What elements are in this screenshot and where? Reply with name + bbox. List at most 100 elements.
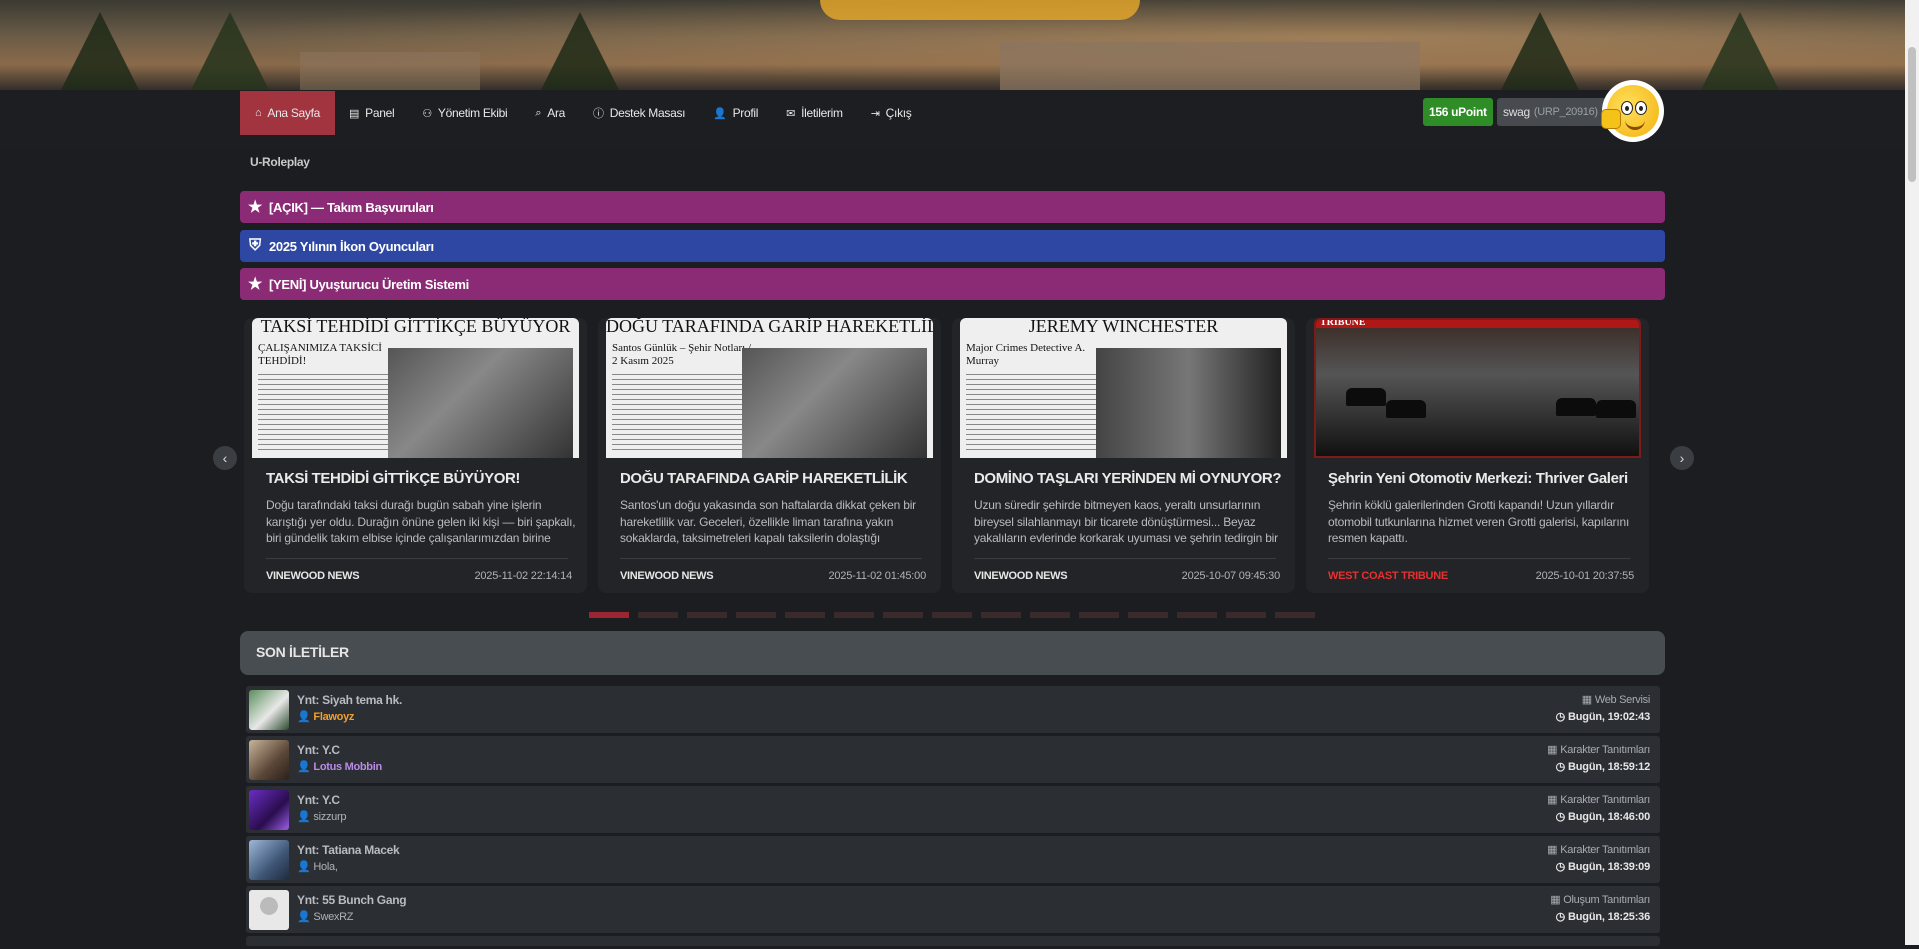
post-avatar[interactable] <box>249 840 289 880</box>
nav-item[interactable]: 👤 Profil <box>699 91 772 135</box>
post-time: ◷ Bugün, 18:59:12 <box>1556 760 1651 773</box>
card-divider <box>974 558 1276 559</box>
user-icon: 👤 <box>297 911 311 923</box>
news-source[interactable]: WEST COAST TRIBUNE <box>1328 570 1448 582</box>
post-avatar[interactable] <box>249 690 289 730</box>
post-time-label: Bugün, 18:59:12 <box>1568 761 1650 773</box>
post-author-name: Lotus Mobbin <box>313 760 382 773</box>
nav-item[interactable]: ⌕ Ara <box>521 91 579 135</box>
thumbs-up-emoji-icon <box>1601 85 1659 137</box>
post-category[interactable]: ▦ Karakter Tanıtımları <box>1547 843 1650 856</box>
post-title[interactable]: Ynt: 55 Bunch Gang <box>297 893 407 907</box>
nav-item[interactable]: ⚇ Yönetim Ekibi <box>408 91 521 135</box>
site-logo[interactable] <box>820 0 1140 20</box>
banner-palm <box>60 12 140 92</box>
nav-item[interactable]: ⓘ Destek Masası <box>579 91 699 135</box>
carousel-dot[interactable] <box>981 612 1021 618</box>
user-avatar[interactable] <box>1601 80 1664 142</box>
post-time: ◷ Bugün, 18:39:09 <box>1555 860 1651 873</box>
post-category[interactable]: ▦ Oluşum Tanıtımları <box>1550 893 1650 906</box>
section-title: SON İLETİLER <box>256 644 349 660</box>
post-category[interactable]: ▦ Web Servisi <box>1582 693 1651 706</box>
post-row[interactable]: Ynt: Y.C 👤 sizzurp ▦ Karakter Tanıtımları ◷ Bu… <box>246 786 1660 833</box>
card-divider <box>620 558 922 559</box>
post-category[interactable]: ▦ Karakter Tanıtımları <box>1547 793 1650 806</box>
newspaper-subhead: ÇALIŞANIMIZA TAKSİCİ TEHDİDİ! <box>258 342 382 367</box>
breadcrumb[interactable]: U-Roleplay <box>250 155 310 169</box>
post-avatar[interactable] <box>249 890 289 930</box>
banner-palm <box>1700 12 1780 92</box>
post-author[interactable]: 👤 Flawoyz <box>297 710 354 724</box>
post-author[interactable]: 👤 SwexRZ <box>297 910 354 924</box>
carousel-dot[interactable] <box>1275 612 1315 618</box>
user-icon: 👤 <box>297 711 311 723</box>
post-category[interactable]: ▦ Karakter Tanıtımları <box>1547 743 1650 756</box>
announcement-bar[interactable]: ⛨ 2025 Yılının İkon Oyuncuları <box>240 230 1665 262</box>
post-author[interactable]: 👤 Lotus Mobbin <box>297 760 382 774</box>
post-row[interactable]: Ynt: Y.C 👤 Lotus Mobbin ▦ Karakter Tanıtımla… <box>246 736 1660 783</box>
nav-icon: 👤 <box>713 107 727 120</box>
carousel-dot[interactable] <box>834 612 874 618</box>
carousel-next-button[interactable]: › <box>1670 446 1694 470</box>
news-date: 2025-10-07 09:45:30 <box>1181 570 1281 582</box>
post-avatar[interactable] <box>249 740 289 780</box>
user-menu[interactable]: swag (URP_20916) <box>1497 98 1613 126</box>
post-category-label: Karakter Tanıtımları <box>1560 744 1650 756</box>
carousel-dot[interactable] <box>1177 612 1217 618</box>
news-excerpt: Doğu tarafındaki taksi durağı bugün saba… <box>266 498 576 549</box>
upoint-badge[interactable]: 156 uPoint <box>1423 98 1493 126</box>
carousel-dot[interactable] <box>638 612 678 618</box>
calendar-icon: ▦ <box>1547 844 1558 856</box>
calendar-icon: ▦ <box>1547 744 1558 756</box>
carousel-prev-button[interactable]: ‹ <box>213 446 237 470</box>
clock-icon: ◷ <box>1555 861 1566 873</box>
post-author[interactable]: 👤 sizzurp <box>297 810 347 824</box>
post-row[interactable]: Ynt: 55 Bunch Gang 👤 SwexRZ ▦ Oluşum Tanıtım… <box>246 886 1660 933</box>
carousel-dot[interactable] <box>1079 612 1119 618</box>
newspaper-masthead: TRIBUNE <box>1320 318 1366 328</box>
news-source[interactable]: VINEWOOD NEWS <box>974 570 1068 582</box>
username: swag <box>1503 105 1530 119</box>
news-excerpt: Şehrin köklü galerilerinden Grotti kapan… <box>1328 498 1630 545</box>
announcement-bar[interactable]: ★ [YENİ] Uyuşturucu Üretim Sistemi <box>240 268 1665 300</box>
post-time-label: Bugün, 18:46:00 <box>1568 811 1650 823</box>
announcement-bar[interactable]: ★ [AÇIK] — Takım Başvuruları <box>240 191 1665 223</box>
scrollbar-thumb[interactable] <box>1908 47 1916 182</box>
news-card[interactable]: DOĞU TARAFINDA GARİP HAREKETLİLİK Santos … <box>598 318 941 593</box>
nav-item[interactable]: ✉ İletilerim <box>772 91 857 135</box>
banner-palm <box>190 12 270 92</box>
carousel-dot[interactable] <box>883 612 923 618</box>
post-row[interactable]: Ynt: Tatiana Macek 👤 Hola, ▦ Karakter Tanıtı… <box>246 836 1660 883</box>
nav-item[interactable]: ▤ Panel <box>335 91 408 135</box>
newspaper-headline: JEREMY WINCHESTER <box>1028 318 1219 336</box>
post-avatar[interactable] <box>249 790 289 830</box>
post-author[interactable]: 👤 Hola, <box>297 860 338 874</box>
news-source[interactable]: VINEWOOD NEWS <box>620 570 714 582</box>
post-title[interactable]: Ynt: Y.C <box>297 743 340 757</box>
page-scrollbar[interactable] <box>1905 0 1919 945</box>
nav-label: Panel <box>365 106 395 120</box>
news-card[interactable]: TRIBUNE Şehrin Yeni Otomotiv Merkezi: Thr… <box>1306 318 1649 593</box>
post-title[interactable]: Ynt: Y.C <box>297 793 340 807</box>
post-row[interactable]: Ynt: Siyah tema hk. 👤 Flawoyz ▦ Web Servisi ◷… <box>246 686 1660 733</box>
carousel-dot[interactable] <box>687 612 727 618</box>
news-source[interactable]: VINEWOOD NEWS <box>266 570 360 582</box>
carousel-dot[interactable] <box>1226 612 1266 618</box>
news-card[interactable]: TAKSİ TEHDİDİ GİTTİKÇE BÜYÜYOR ÇALIŞANIMI… <box>244 318 587 593</box>
nav-item[interactable]: ⇥ Çıkış <box>857 91 926 135</box>
carousel-dot[interactable] <box>785 612 825 618</box>
carousel-dot[interactable] <box>1128 612 1168 618</box>
post-author-name: SwexRZ <box>313 910 354 923</box>
post-time: ◷ Bugün, 18:46:00 <box>1556 810 1651 823</box>
post-title[interactable]: Ynt: Tatiana Macek <box>297 843 400 857</box>
carousel-dot[interactable] <box>736 612 776 618</box>
news-card[interactable]: JEREMY WINCHESTER Major Crimes Detective … <box>952 318 1295 593</box>
user-icon: 👤 <box>297 761 311 773</box>
post-title[interactable]: Ynt: Siyah tema hk. <box>297 693 402 707</box>
carousel-dot[interactable] <box>1030 612 1070 618</box>
carousel-dot[interactable] <box>932 612 972 618</box>
post-time-label: Bugün, 18:39:09 <box>1568 861 1650 873</box>
nav-item[interactable]: ⌂ Ana Sayfa <box>240 91 336 135</box>
post-author-name: sizzurp <box>313 810 347 823</box>
carousel-dot[interactable] <box>589 612 629 618</box>
